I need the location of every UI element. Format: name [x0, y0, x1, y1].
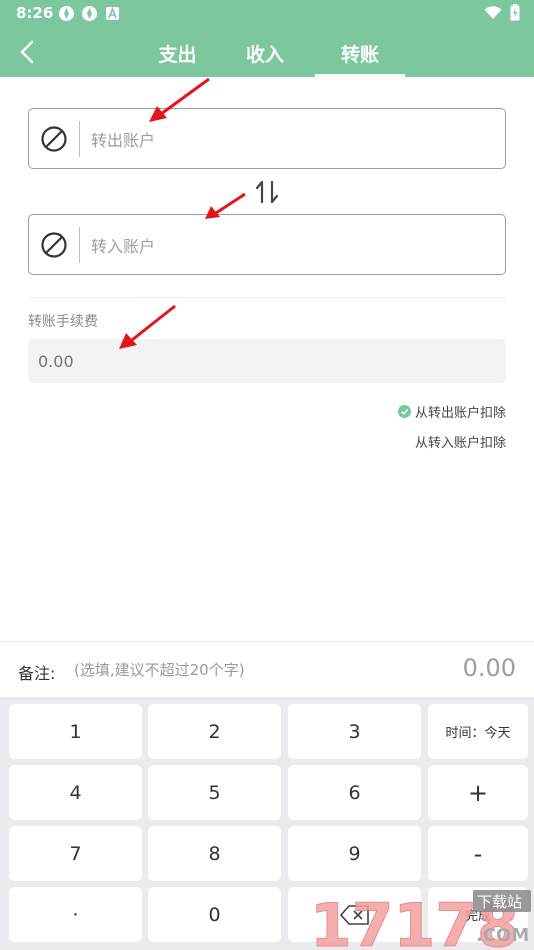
no-account-icon — [41, 126, 67, 152]
key-2[interactable]: 2 — [148, 704, 281, 759]
fee-input[interactable] — [28, 339, 506, 383]
key-1[interactable]: 1 — [9, 704, 142, 759]
back-arrow-icon[interactable] — [14, 37, 42, 67]
key-plus[interactable]: + — [428, 765, 528, 820]
key-7[interactable]: 7 — [9, 826, 142, 881]
a-notification-icon — [106, 6, 119, 20]
annotation-arrow-icon — [119, 304, 176, 349]
tab-expense[interactable]: 支出 — [140, 30, 215, 77]
type-tabs: 支出 收入 转账 — [140, 30, 420, 77]
watermark-logo-icon: 17178 下载站 .COM — [310, 890, 531, 950]
transfer-out-placeholder: 转出账户 — [91, 131, 156, 150]
app-notification-icon — [82, 6, 97, 21]
section-divider — [28, 297, 506, 298]
fee-label: 转账手续费 — [28, 314, 98, 330]
note-label: 备注: — [18, 664, 56, 683]
field-separator — [79, 121, 80, 157]
system-icons — [484, 4, 520, 21]
key-4[interactable]: 4 — [9, 765, 142, 820]
key-6[interactable]: 6 — [288, 765, 421, 820]
wifi-icon — [484, 5, 502, 19]
note-bar: 备注: 0.00 — [0, 641, 534, 697]
watermark-sub: 下载站 — [477, 893, 522, 911]
key-5[interactable]: 5 — [148, 765, 281, 820]
swap-accounts-icon[interactable] — [254, 178, 280, 206]
transfer-in-account-field[interactable]: 转入账户 — [28, 214, 506, 275]
status-time: 8:26 — [16, 4, 54, 22]
deduct-from-out-label: 从转出账户扣除 — [414, 406, 506, 421]
key-0[interactable]: 0 — [148, 887, 281, 942]
app-header: 8:26 支出 收入 转账 — [0, 0, 534, 77]
amount-display: 0.00 — [462, 654, 516, 682]
deduct-from-in-option[interactable]: 从转入账户扣除 — [415, 432, 506, 451]
key-9[interactable]: 9 — [288, 826, 421, 881]
key-8[interactable]: 8 — [148, 826, 281, 881]
transfer-out-account-field[interactable]: 转出账户 — [28, 108, 506, 169]
key-dot[interactable]: · — [9, 887, 142, 942]
app-notification-icon — [59, 6, 74, 21]
key-minus[interactable]: - — [428, 826, 528, 881]
field-separator — [79, 227, 80, 263]
notification-icons — [58, 5, 121, 22]
site-watermark: 17178 下载站 .COM — [308, 886, 534, 950]
deduct-from-out-option[interactable]: 从转出账户扣除 — [397, 402, 506, 421]
status-bar: 8:26 — [0, 0, 534, 28]
deduct-from-in-label: 从转入账户扣除 — [414, 436, 506, 451]
transfer-in-placeholder: 转入账户 — [91, 237, 156, 256]
no-account-icon — [41, 232, 67, 258]
check-circle-icon — [397, 405, 411, 418]
battery-icon — [510, 4, 520, 21]
note-input[interactable] — [74, 656, 374, 684]
annotation-arrow-icon — [205, 192, 246, 219]
watermark-domain: .COM — [476, 925, 529, 946]
annotation-arrow-icon — [149, 77, 210, 122]
key-3[interactable]: 3 — [288, 704, 421, 759]
tab-transfer[interactable]: 转账 — [315, 30, 405, 77]
date-picker-key[interactable]: 时间：今天 — [428, 704, 528, 759]
tab-income[interactable]: 收入 — [215, 30, 315, 77]
